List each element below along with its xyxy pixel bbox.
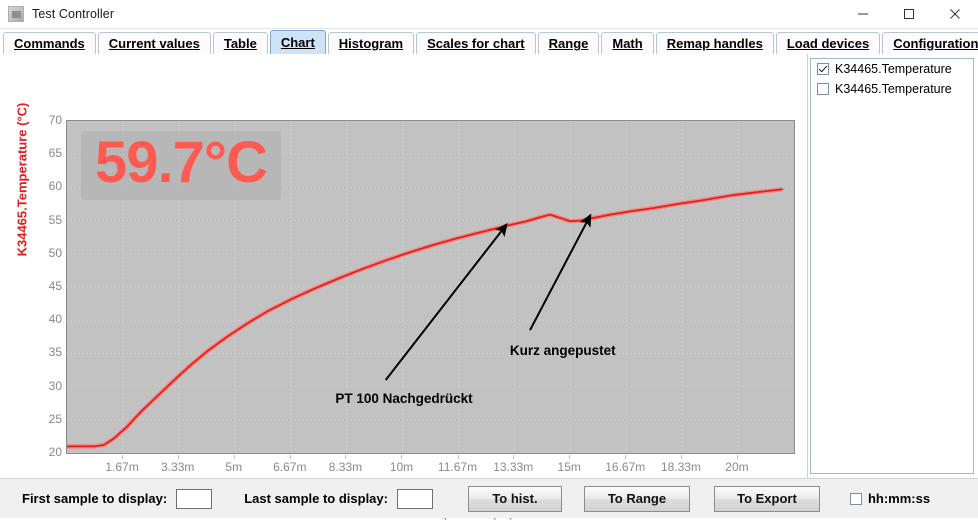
time-format-label: hh:mm:ss [868,491,930,506]
tab-math[interactable]: Math [601,32,653,55]
app-icon [8,6,24,22]
y-tick-label: 30 [26,379,62,393]
tab-current-values-label: Current values [109,36,200,51]
x-tick-label: 15m [558,460,581,474]
tab-histogram[interactable]: Histogram [328,32,414,55]
tab-histogram-label: Histogram [339,36,403,51]
series-checkbox-1[interactable] [817,83,829,95]
y-tick-label: 70 [26,113,62,127]
series-item-0[interactable]: K34465.Temperature [811,59,973,79]
chart-panel: K34465.Temperature (°C) 7065605550454035… [0,54,808,478]
x-tick-label: 10m [390,460,413,474]
annotation-kurz-angepustet: Kurz angepustet [510,343,616,358]
tab-chart[interactable]: Chart [270,30,326,54]
x-tick-label: 11.67m [438,460,477,474]
bottom-toolbar: First sample to display: Last sample to … [0,478,978,518]
minimize-button[interactable] [840,0,886,28]
last-sample-input[interactable] [397,489,433,509]
y-tick-label: 25 [26,412,62,426]
x-tick-label: 20m [725,460,748,474]
close-icon [949,8,961,20]
x-tick-label: 8.33m [329,460,362,474]
x-tick-label: 18.33m [661,460,701,474]
x-tick-mark [290,455,291,459]
x-tick-mark [234,455,235,459]
maximize-icon [903,8,915,20]
tab-range[interactable]: Range [538,32,600,55]
series-item-1[interactable]: K34465.Temperature [811,79,973,99]
x-tick-label: 16.67m [605,460,645,474]
x-tick-mark [401,455,402,459]
close-button[interactable] [932,0,978,28]
series-list-panel: K34465.Temperature K34465.Temperature [810,58,974,474]
tab-load-devices[interactable]: Load devices [776,32,880,55]
y-tick-label: 50 [26,246,62,260]
last-sample-label: Last sample to display: [244,491,388,506]
tab-configuration[interactable]: Configuration [882,32,978,55]
x-tick-mark [513,455,514,459]
x-tick-mark [345,455,346,459]
tab-remap-handles[interactable]: Remap handles [656,32,774,55]
maximize-button[interactable] [886,0,932,28]
title-bar: Test Controller [0,0,978,29]
first-sample-input[interactable] [176,489,212,509]
x-tick-mark [681,455,682,459]
minimize-icon [857,8,869,20]
tab-table-label: Table [224,36,257,51]
tab-scales-for-chart-label: Scales for chart [427,36,525,51]
y-tick-label: 40 [26,312,62,326]
tab-strip: Commands Current values Table Chart Hist… [0,29,978,55]
annotation-pt100: PT 100 Nachgedrückt [335,391,472,406]
x-tick-mark [122,455,123,459]
plot-area[interactable]: 59.7°C PT 100 Nachgedrückt Kurz angepust… [66,120,795,454]
tab-commands[interactable]: Commands [3,32,96,55]
x-tick-mark [625,455,626,459]
y-tick-label: 20 [26,445,62,459]
x-tick-mark [737,455,738,459]
y-tick-label: 35 [26,345,62,359]
x-tick-label: 6.67m [273,460,306,474]
x-tick-label: 1.67m [105,460,138,474]
series-label-0: K34465.Temperature [835,62,952,76]
series-checkbox-0[interactable] [817,63,829,75]
y-tick-label: 55 [26,213,62,227]
to-export-button[interactable]: To Export [714,486,820,512]
x-tick-mark [569,455,570,459]
y-tick-label: 60 [26,179,62,193]
to-hist-button[interactable]: To hist. [468,486,562,512]
content-area: K34465.Temperature (°C) 7065605550454035… [0,54,978,478]
tab-configuration-label: Configuration [893,36,978,51]
tab-remap-handles-label: Remap handles [667,36,763,51]
temperature-readout: 59.7°C [81,131,281,200]
window-controls [840,0,978,28]
x-tick-label: 3.33m [161,460,194,474]
x-tick-label: 5m [225,460,242,474]
tab-chart-label: Chart [281,35,315,50]
tab-load-devices-label: Load devices [787,36,869,51]
tab-commands-label: Commands [14,36,85,51]
x-tick-label: 13.33m [493,460,533,474]
y-axis-ticks: 70 65 60 55 50 45 40 35 30 25 20 [22,54,62,478]
time-format-checkbox[interactable] [850,493,862,505]
window-title: Test Controller [32,7,114,21]
time-format-checkbox-group[interactable]: hh:mm:ss [850,491,930,506]
y-tick-label: 45 [26,279,62,293]
tab-scales-for-chart[interactable]: Scales for chart [416,32,536,55]
to-range-button[interactable]: To Range [584,486,690,512]
first-sample-label: First sample to display: [22,491,167,506]
tab-table[interactable]: Table [213,32,268,55]
tab-math-label: Math [612,36,642,51]
x-tick-mark [178,455,179,459]
y-tick-label: 65 [26,146,62,160]
x-tick-mark [458,455,459,459]
series-label-1: K34465.Temperature [835,82,952,96]
tab-range-label: Range [549,36,589,51]
tab-current-values[interactable]: Current values [98,32,211,55]
